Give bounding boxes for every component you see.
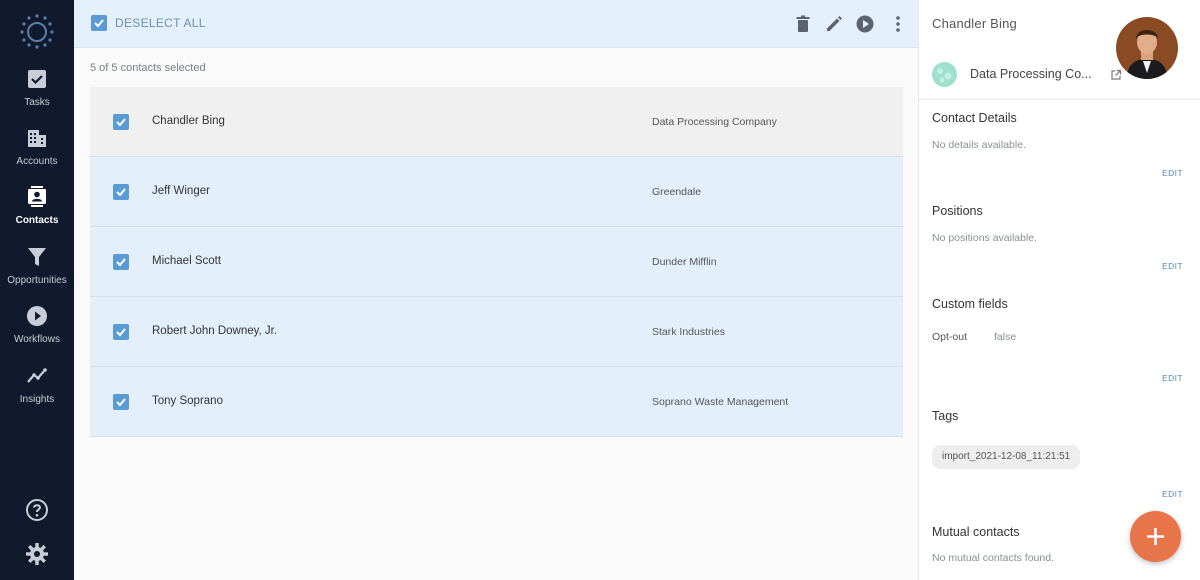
selection-count: 5 of 5 contacts selected [90, 62, 206, 74]
funnel-icon [26, 246, 48, 268]
more-vertical-icon[interactable] [887, 13, 909, 35]
gear-icon[interactable] [25, 542, 49, 566]
nav-item-label: Opportunities [7, 275, 67, 286]
app-logo-icon[interactable] [19, 13, 55, 49]
tags-edit-button[interactable]: EDIT [1162, 489, 1183, 499]
contact-card-icon [26, 186, 48, 208]
mutual-contacts-heading: Mutual contacts [932, 525, 1020, 539]
play-circle-icon [26, 305, 48, 327]
nav-item-opportunities[interactable]: Opportunities [0, 246, 74, 302]
trend-line-icon [26, 365, 48, 387]
deselect-all-label: DESELECT ALL [115, 16, 206, 30]
nav-item-tasks[interactable]: Tasks [0, 68, 74, 124]
company-logo-icon [932, 62, 957, 87]
contact-name[interactable]: Tony Soprano [152, 395, 223, 407]
tags-heading: Tags [932, 409, 959, 423]
contact-row[interactable]: Robert John Downey, Jr. Stark Industries [90, 297, 903, 367]
play-circle-icon[interactable] [854, 13, 876, 35]
custom-fields-edit-button[interactable]: EDIT [1162, 373, 1183, 383]
custom-field-value: false [994, 331, 1017, 343]
nav-item-label: Insights [19, 394, 55, 405]
nav-item-accounts[interactable]: Accounts [0, 127, 74, 183]
positions-text: No positions available. [932, 232, 1038, 244]
nav-item-contacts[interactable]: Contacts [0, 186, 74, 242]
detail-company-link[interactable]: Data Processing Co... [970, 67, 1100, 81]
contact-company: Soprano Waste Management [652, 396, 789, 408]
detail-header: Chandler Bing Data Processing Co... [919, 0, 1200, 100]
nav-item-label: Workflows [14, 334, 60, 345]
row-checkbox[interactable] [113, 254, 129, 270]
add-button[interactable] [1130, 511, 1181, 562]
contact-company: Dunder Mifflin [652, 256, 717, 268]
bulk-action-bar: DESELECT ALL [74, 0, 918, 48]
row-checkbox[interactable] [113, 394, 129, 410]
contact-name[interactable]: Jeff Winger [152, 185, 210, 197]
pencil-icon[interactable] [823, 13, 845, 35]
row-checkbox[interactable] [113, 184, 129, 200]
contacts-list: Chandler Bing Data Processing Company Je… [90, 87, 903, 437]
trash-icon[interactable] [792, 13, 814, 35]
contact-row[interactable]: Tony Soprano Soprano Waste Management [90, 367, 903, 437]
contact-name[interactable]: Chandler Bing [152, 115, 225, 127]
nav-item-insights[interactable]: Insights [0, 365, 74, 421]
mutual-contacts-text: No mutual contacts found. [932, 552, 1054, 564]
sidebar: Tasks Accounts Contacts Opportunities Wo… [0, 0, 74, 580]
external-link-icon[interactable] [1110, 68, 1122, 80]
contact-company: Stark Industries [652, 326, 725, 338]
custom-fields-heading: Custom fields [932, 297, 1008, 311]
nav-item-label: Contacts [15, 215, 59, 226]
checkbox-icon [26, 68, 48, 90]
checked-checkbox-icon[interactable] [91, 15, 107, 31]
nav-item-label: Accounts [16, 156, 58, 167]
nav-item-label: Tasks [24, 97, 50, 108]
help-icon[interactable] [25, 498, 49, 522]
avatar [1116, 17, 1178, 79]
deselect-all-button[interactable]: DESELECT ALL [91, 15, 206, 31]
contact-company: Greendale [652, 186, 702, 198]
contact-company: Data Processing Company [652, 116, 777, 128]
contact-details-heading: Contact Details [932, 111, 1017, 125]
custom-field-label: Opt-out [932, 331, 968, 343]
positions-edit-button[interactable]: EDIT [1162, 261, 1183, 271]
row-checkbox[interactable] [113, 114, 129, 130]
contact-name[interactable]: Michael Scott [152, 255, 221, 267]
detail-contact-name: Chandler Bing [932, 16, 1017, 31]
tag-chip[interactable]: import_2021-12-08_11:21:51 [932, 445, 1081, 469]
contact-row[interactable]: Jeff Winger Greendale [90, 157, 903, 227]
building-icon [26, 127, 48, 149]
row-checkbox[interactable] [113, 324, 129, 340]
contact-row[interactable]: Michael Scott Dunder Mifflin [90, 227, 903, 297]
contact-details-edit-button[interactable]: EDIT [1162, 168, 1183, 178]
contact-details-text: No details available. [932, 139, 1026, 151]
positions-heading: Positions [932, 204, 983, 218]
contact-name[interactable]: Robert John Downey, Jr. [152, 325, 277, 337]
nav-item-workflows[interactable]: Workflows [0, 305, 74, 361]
contact-detail-panel: Chandler Bing Data Processing Co... Cont… [918, 0, 1200, 580]
contact-row[interactable]: Chandler Bing Data Processing Company [90, 87, 903, 157]
